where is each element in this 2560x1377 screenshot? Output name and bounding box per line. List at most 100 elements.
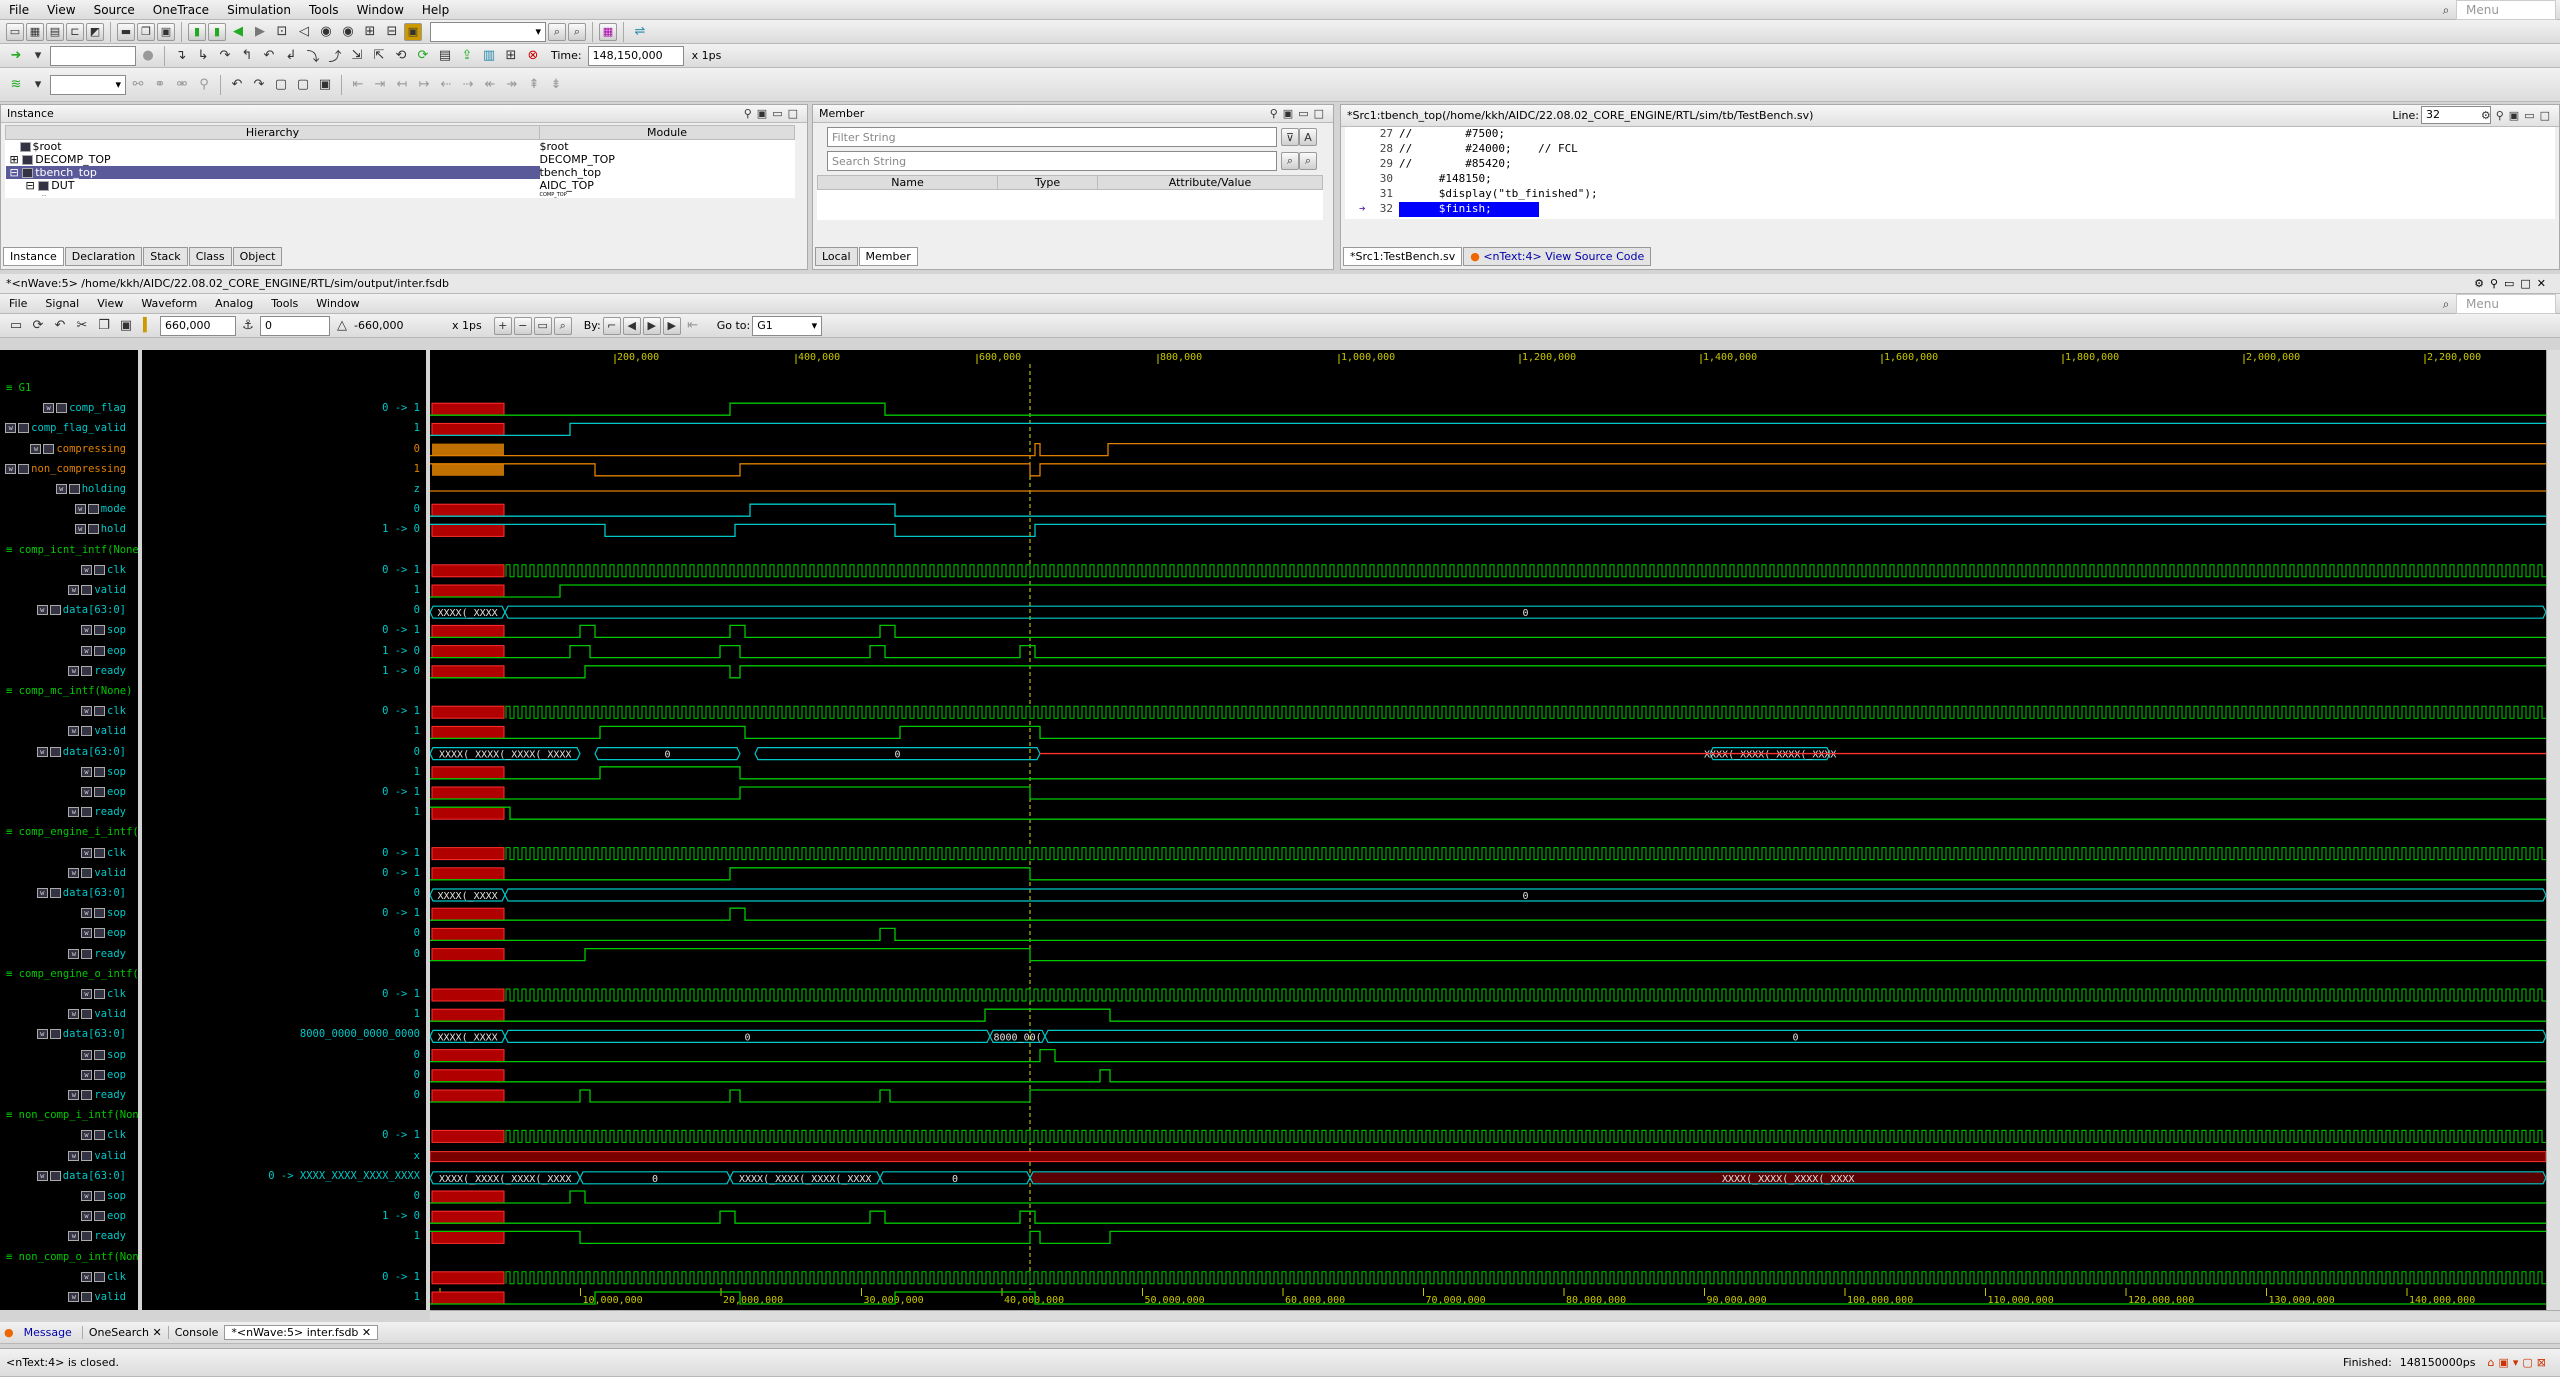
nwave-menu-window[interactable]: Window	[307, 294, 368, 314]
close-icon[interactable]: ✕	[153, 1326, 162, 1339]
zoom-in-icon[interactable]: +	[493, 316, 512, 335]
link-icon[interactable]: ⚯	[128, 75, 148, 95]
search-next-icon[interactable]: ▶	[642, 316, 661, 335]
signal-name[interactable]: w data[63:0]	[36, 604, 126, 616]
back-icon[interactable]: ◀	[228, 22, 248, 42]
nav2-icon[interactable]: ↤	[392, 75, 412, 95]
tab-src1[interactable]: *Src1:TestBench.sv	[1343, 247, 1463, 266]
copy-icon[interactable]: ❐	[94, 316, 114, 336]
tab-onesearch[interactable]: OneSearch ✕	[81, 1326, 168, 1339]
tab-console[interactable]: Console	[167, 1326, 225, 1339]
signal-name[interactable]: w valid	[68, 725, 126, 737]
network-icon[interactable]: ⇌	[630, 22, 650, 42]
menu-help[interactable]: Help	[413, 0, 458, 20]
tab-instance[interactable]: Instance	[3, 247, 64, 266]
forward-icon[interactable]: ▶	[250, 22, 270, 42]
signal-name[interactable]: w sop	[81, 1049, 126, 1061]
signal-name[interactable]: w ready	[68, 948, 126, 960]
search-prev-icon[interactable]: ◀	[622, 316, 641, 335]
step-into-icon[interactable]: ↳	[193, 46, 213, 66]
signal-name[interactable]: w sop	[81, 907, 126, 919]
col-module[interactable]: Module	[539, 125, 795, 140]
tab-object[interactable]: Object	[232, 247, 283, 266]
cut-icon[interactable]: ✂	[72, 316, 92, 336]
nav9-icon[interactable]: ⇟	[546, 75, 566, 95]
panel-controls-icon[interactable]: ⚙⚲▣▭□	[2481, 105, 2555, 127]
filter-input[interactable]: Filter String	[827, 127, 1277, 147]
close-icon[interactable]: ✕	[362, 1326, 371, 1339]
paste-icon[interactable]: ▣	[157, 22, 175, 41]
signal-name[interactable]: w sop	[81, 1190, 126, 1202]
chevron-down-icon[interactable]: ▾	[28, 46, 48, 66]
signal-value-pane[interactable]: 0 -> 1 1 0 1 z 0 1 -> 0 0 -> 1 1 0 0 -> 1 1 -> 0 1 -…	[142, 350, 426, 1310]
up-icon[interactable]: ◉	[316, 22, 336, 42]
nwave-menu-tools[interactable]: Tools	[262, 294, 307, 314]
stop-sim-icon[interactable]: ⊗	[523, 46, 543, 66]
nav5-icon[interactable]: ⇢	[458, 75, 478, 95]
tab-local[interactable]: Local	[815, 247, 858, 266]
layout-icon[interactable]: ▤	[46, 22, 64, 41]
step3-icon[interactable]: ⤴	[325, 46, 345, 66]
signal-name[interactable]: w non_compressing	[5, 463, 126, 475]
hier2-icon[interactable]: ⊟	[382, 22, 402, 42]
mark-icon[interactable]: ⇤	[683, 316, 703, 336]
signal-group[interactable]: ≡ comp_mc_intf(None)	[6, 685, 132, 697]
search-nav-icon[interactable]: ▶	[662, 316, 681, 335]
signal-name[interactable]: w clk	[81, 705, 126, 717]
horizontal-scrollbar[interactable]	[430, 1310, 2560, 1320]
box-icon[interactable]: ▢	[271, 75, 291, 95]
nav6-icon[interactable]: ↞	[480, 75, 500, 95]
attr-icon[interactable]: A	[1299, 128, 1317, 146]
search-icon[interactable]: ⌕	[1281, 152, 1299, 170]
table-row[interactable]: ⊞ DECOMP_TOP DECOMP_TOP	[6, 153, 795, 166]
signal-name[interactable]: w sop	[81, 766, 126, 778]
tree-icon[interactable]: ⊏	[66, 22, 84, 41]
menu-file[interactable]: File	[0, 0, 38, 20]
waveform-pane[interactable]: 200,000 400,000 600,000 800,000 1,000,000 1,2…	[430, 350, 2546, 1310]
go-end-icon[interactable]: ▮	[208, 22, 226, 41]
tab-member[interactable]: Member	[858, 247, 918, 266]
menu-simulation[interactable]: Simulation	[218, 0, 300, 20]
signal-name[interactable]: w clk	[81, 1129, 126, 1141]
top-search-input[interactable]: Menu	[2456, 0, 2556, 20]
panel-controls-icon[interactable]: ⚲▣▭□	[744, 105, 803, 123]
menu-tools[interactable]: Tools	[300, 0, 348, 20]
waveform-canvas[interactable]: 200,000 400,000 600,000 800,000 1,000,000 1,2…	[430, 350, 2546, 1310]
undo-icon[interactable]: ↶	[227, 75, 247, 95]
open-icon[interactable]: ▭	[6, 316, 26, 336]
export-icon[interactable]: ⇪	[457, 46, 477, 66]
signal-name[interactable]: w eop	[81, 786, 126, 798]
signal-name[interactable]: w data[63:0]	[36, 746, 126, 758]
signal-name[interactable]: w data[63:0]	[36, 1028, 126, 1040]
tab-message[interactable]: Message	[14, 1326, 82, 1339]
step-over-icon[interactable]: ↷	[215, 46, 235, 66]
signal-name[interactable]: w valid	[68, 1008, 126, 1020]
nav7-icon[interactable]: ↠	[502, 75, 522, 95]
nwave-menu-signal[interactable]: Signal	[36, 294, 88, 314]
menu-window[interactable]: Window	[348, 0, 413, 20]
signal-name[interactable]: w eop	[81, 645, 126, 657]
filter-icon[interactable]: ⊽	[1281, 128, 1299, 146]
table-row-selected[interactable]: ⊟ tbench_top tbench_top	[5, 166, 795, 179]
table-row[interactable]: ⊟ DUT AIDC_TOP	[6, 179, 795, 192]
step5-icon[interactable]: ⇱	[369, 46, 389, 66]
signal-name[interactable]: w comp_flag	[43, 402, 126, 414]
search-next-icon[interactable]: ⌕	[1299, 152, 1317, 170]
signal-name[interactable]: w valid	[68, 1291, 126, 1303]
signal-name[interactable]: w eop	[81, 1069, 126, 1081]
folder-icon[interactable]: ▬	[117, 22, 135, 41]
step4-icon[interactable]: ⇲	[347, 46, 367, 66]
signal-group[interactable]: ≡ comp_icnt_intf(None)	[6, 544, 138, 556]
cursor-icon[interactable]: ▍	[138, 316, 158, 336]
signal-name[interactable]: w ready	[68, 1089, 126, 1101]
hier-icon[interactable]: ⊞	[360, 22, 380, 42]
reload-icon[interactable]: ⟳	[28, 316, 48, 336]
find-next-icon[interactable]: ⌕	[568, 22, 586, 41]
signal-name[interactable]: w clk	[81, 988, 126, 1000]
book-icon[interactable]: ▣	[404, 22, 422, 41]
marker-time-input[interactable]: 0	[260, 315, 330, 336]
select-input[interactable]: ▾	[50, 74, 126, 95]
zoom-fit-icon[interactable]: ▭	[533, 316, 552, 335]
tab-stack[interactable]: Stack	[143, 247, 188, 266]
paste-icon[interactable]: ▣	[116, 316, 136, 336]
